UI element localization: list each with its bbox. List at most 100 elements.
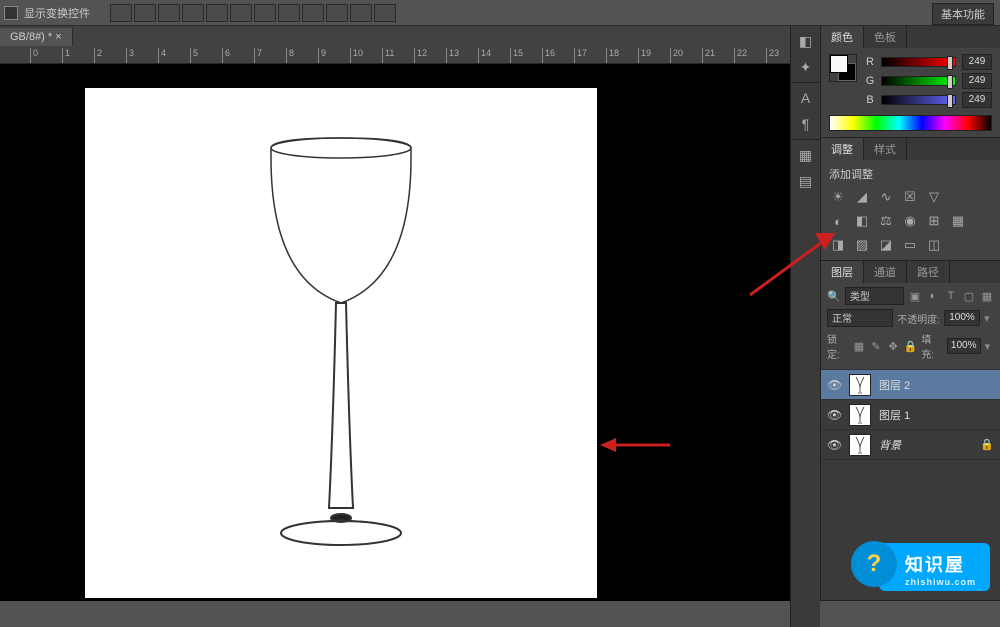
align-icon[interactable] (350, 4, 372, 22)
opacity-label: 不透明度: (897, 311, 940, 326)
chevron-down-icon[interactable]: ▾ (985, 340, 994, 353)
visibility-icon[interactable]: 👁 (827, 408, 841, 422)
color-spectrum[interactable] (829, 115, 992, 131)
watermark-sub: zhishiwu.com (905, 577, 976, 587)
posterize-icon[interactable]: ▨ (853, 236, 871, 254)
ruler-tick: 11 (382, 48, 394, 64)
b-slider[interactable] (881, 95, 956, 105)
ruler-tick: 23 (766, 48, 779, 64)
vibrance-icon[interactable]: ▽ (925, 188, 943, 206)
layer-row[interactable]: 👁 图层 1 (821, 400, 1000, 430)
layer-thumbnail[interactable] (849, 374, 871, 396)
align-icon[interactable] (110, 4, 132, 22)
visibility-icon[interactable]: 👁 (827, 438, 841, 452)
align-icon[interactable] (374, 4, 396, 22)
opacity-value[interactable]: 100% (944, 310, 980, 326)
layer-name[interactable]: 背景 (879, 437, 972, 453)
blend-mode-select[interactable]: 正常 (827, 309, 893, 327)
b-value[interactable]: 249 (962, 92, 992, 108)
align-icon[interactable] (326, 4, 348, 22)
gradient-map-icon[interactable]: ▭ (901, 236, 919, 254)
histogram-icon[interactable]: ◧ (795, 30, 817, 52)
adjustment-icons-row3: ◨ ▨ ◪ ▭ ◫ (829, 236, 992, 254)
ruler-tick: 21 (702, 48, 715, 64)
watermark-logo-icon: ? (851, 541, 897, 587)
g-label: G (865, 75, 875, 87)
lock-all-icon[interactable]: 🔒 (904, 339, 918, 353)
lock-paint-icon[interactable]: ✎ (869, 339, 882, 353)
align-icon[interactable] (278, 4, 300, 22)
b-label: B (865, 94, 875, 106)
tab-layers[interactable]: 图层 (821, 261, 864, 283)
r-value[interactable]: 249 (962, 54, 992, 70)
kind-icon[interactable]: 🔍 (827, 289, 841, 303)
actions-icon[interactable]: ▤ (795, 170, 817, 192)
r-slider[interactable] (881, 57, 956, 67)
ruler-tick: 2 (94, 48, 102, 64)
exposure-icon[interactable]: ☒ (901, 188, 919, 206)
tab-adjustments[interactable]: 调整 (821, 138, 864, 160)
canvas[interactable] (85, 88, 597, 598)
layer-name[interactable]: 图层 1 (879, 407, 994, 423)
canvas-area (0, 64, 790, 601)
lookup-icon[interactable]: ▦ (949, 212, 967, 230)
levels-icon[interactable]: ◢ (853, 188, 871, 206)
bw-icon[interactable]: ◐ (829, 212, 847, 230)
lock-position-icon[interactable]: ✥ (887, 339, 900, 353)
balance-icon[interactable]: ⚖ (877, 212, 895, 230)
align-icon[interactable] (158, 4, 180, 22)
align-icon[interactable] (230, 4, 252, 22)
visibility-icon[interactable]: 👁 (827, 378, 841, 392)
tab-color[interactable]: 颜色 (821, 26, 864, 48)
chevron-down-icon[interactable]: ▾ (984, 312, 994, 325)
fill-value[interactable]: 100% (947, 338, 981, 354)
character-icon[interactable]: A (795, 87, 817, 109)
invert-icon[interactable]: ◨ (829, 236, 847, 254)
ruler-tick: 6 (222, 48, 230, 64)
tab-channels[interactable]: 通道 (864, 261, 907, 283)
layer-thumbnail[interactable] (849, 434, 871, 456)
tab-swatches[interactable]: 色板 (864, 26, 907, 48)
g-slider[interactable] (881, 76, 956, 86)
layer-name[interactable]: 图层 2 (879, 377, 994, 393)
show-transform-checkbox[interactable] (4, 6, 18, 20)
curves-icon[interactable]: ∿ (877, 188, 895, 206)
threshold-icon[interactable]: ◪ (877, 236, 895, 254)
watermark: 知识屋 zhishiwu.com ? (840, 531, 1000, 601)
tab-paths[interactable]: 路径 (907, 261, 950, 283)
tab-styles[interactable]: 样式 (864, 138, 907, 160)
navigator-icon[interactable]: ✦ (795, 56, 817, 78)
filter-shape-icon[interactable]: ▢ (962, 289, 976, 303)
brightness-icon[interactable]: ☀ (829, 188, 847, 206)
hue-icon[interactable]: ◧ (853, 212, 871, 230)
align-icon[interactable] (134, 4, 156, 22)
filter-kind-select[interactable]: 类型 (845, 287, 904, 305)
color-panel: 颜色 色板 R 249 G 249 (821, 26, 1000, 138)
align-icon[interactable] (182, 4, 204, 22)
paragraph-icon[interactable]: ¶ (795, 113, 817, 135)
align-icon[interactable] (302, 4, 324, 22)
ruler-tick: 8 (286, 48, 294, 64)
photo-filter-icon[interactable]: ◉ (901, 212, 919, 230)
filter-pixel-icon[interactable]: ▣ (908, 289, 922, 303)
fg-bg-color-swatch[interactable] (829, 54, 857, 82)
dock-strip: ◧ ✦ A ¶ ▦ ▤ (790, 26, 820, 627)
ruler-tick: 22 (734, 48, 747, 64)
ruler-tick: 10 (350, 48, 363, 64)
g-value[interactable]: 249 (962, 73, 992, 89)
layer-row[interactable]: 👁 图层 2 (821, 370, 1000, 400)
filter-smart-icon[interactable]: ▦ (980, 289, 994, 303)
document-tab[interactable]: GB/8#) * × (0, 28, 73, 46)
info-icon[interactable]: ▦ (795, 144, 817, 166)
ruler-tick: 7 (254, 48, 262, 64)
align-icon[interactable] (254, 4, 276, 22)
align-icon[interactable] (206, 4, 228, 22)
filter-adjust-icon[interactable]: ◐ (926, 289, 940, 303)
layer-thumbnail[interactable] (849, 404, 871, 426)
selective-icon[interactable]: ◫ (925, 236, 943, 254)
filter-type-icon[interactable]: T (944, 289, 958, 303)
workspace-selector[interactable]: 基本功能 (932, 3, 994, 25)
layer-row[interactable]: 👁 背景 🔒 (821, 430, 1000, 460)
mixer-icon[interactable]: ⊞ (925, 212, 943, 230)
lock-transparent-icon[interactable]: ▦ (852, 339, 865, 353)
